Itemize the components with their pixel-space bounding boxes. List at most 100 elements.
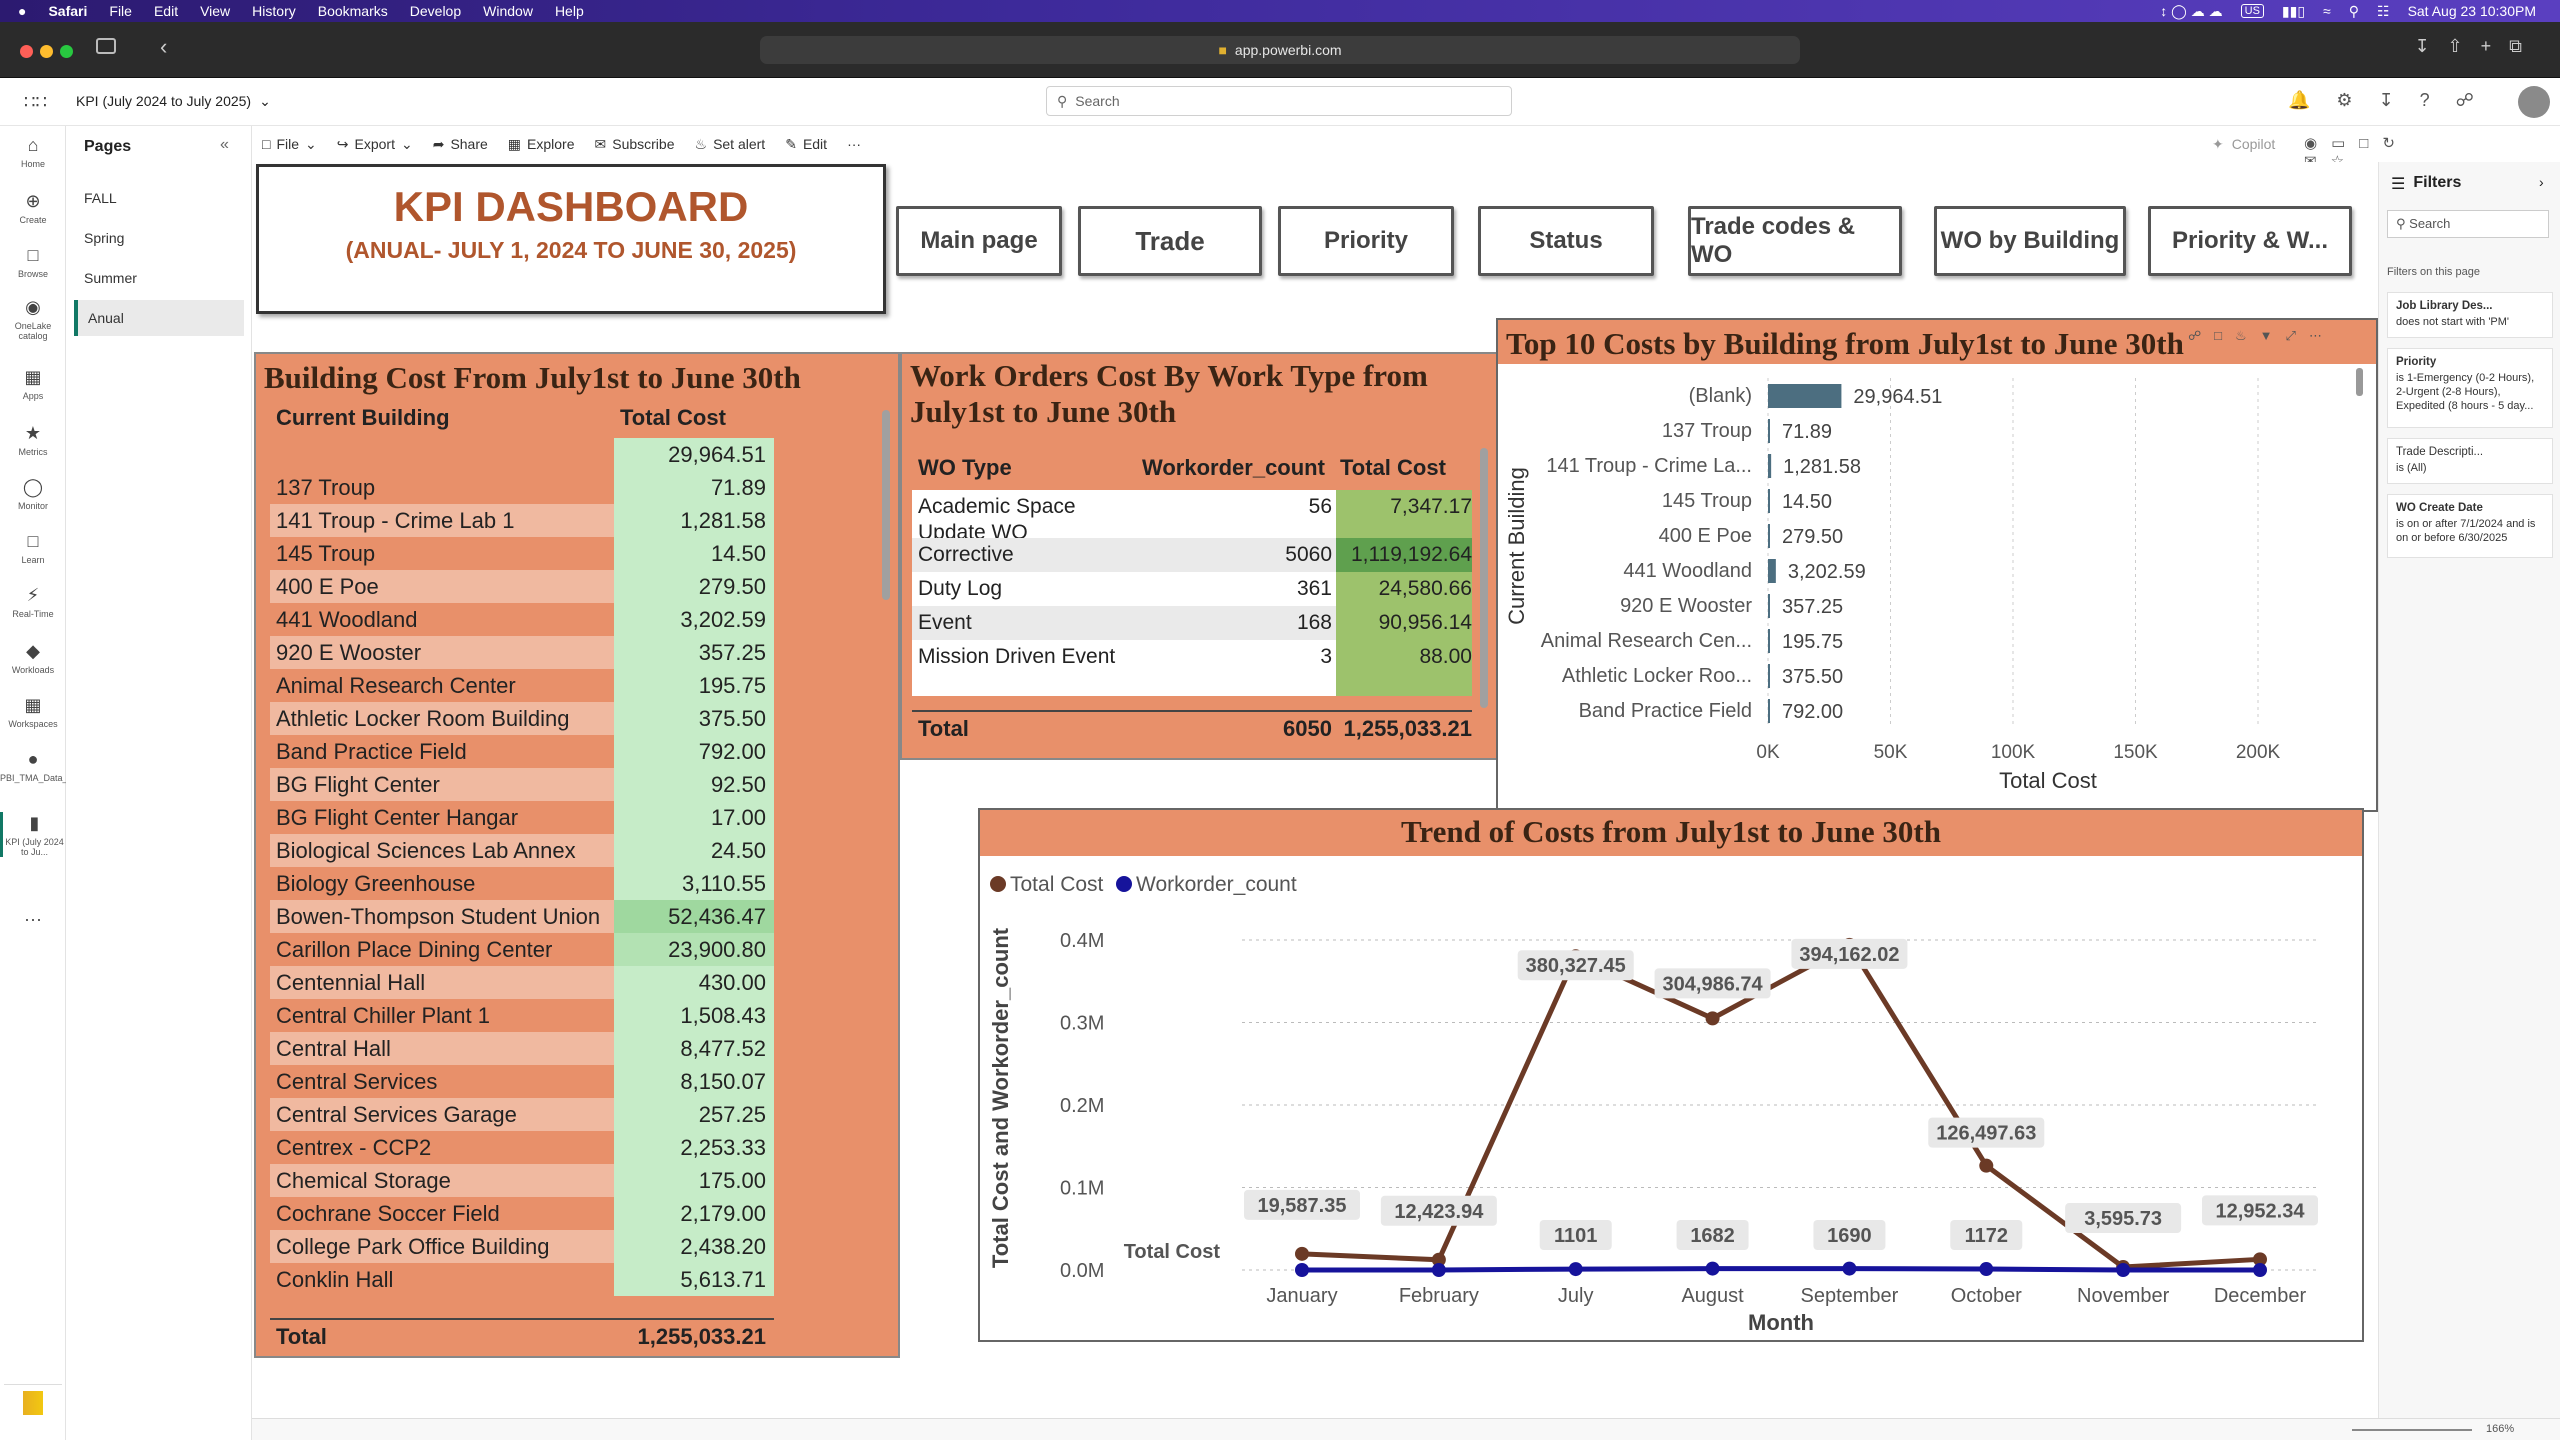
nav-priority-button[interactable]: Priority bbox=[1278, 206, 1454, 276]
zoom-window-button[interactable] bbox=[60, 45, 73, 58]
more-options-button[interactable]: ··· bbox=[837, 126, 871, 162]
rail-item-folder[interactable]: □ Browse bbox=[0, 244, 66, 279]
edit-button[interactable]: ✎ Edit bbox=[775, 126, 837, 162]
table-row[interactable]: College Park Office Building 2,438.20 bbox=[270, 1230, 774, 1263]
menu-file[interactable]: File bbox=[109, 0, 132, 22]
rail-item-more[interactable]: ··· bbox=[0, 908, 66, 933]
nav-priority-wo-button[interactable]: Priority & W... bbox=[2148, 206, 2352, 276]
nav-main-page-button[interactable]: Main page bbox=[896, 206, 1062, 276]
menu-develop[interactable]: Develop bbox=[410, 0, 461, 22]
table-row[interactable]: 145 Troup 14.50 bbox=[270, 537, 774, 570]
minimize-window-button[interactable] bbox=[40, 45, 53, 58]
table-row[interactable]: Animal Research Center 195.75 bbox=[270, 669, 774, 702]
table-row[interactable]: 141 Troup - Crime Lab 1 1,281.58 bbox=[270, 504, 774, 537]
app-launcher-icon[interactable]: ∷∷ bbox=[24, 92, 47, 113]
table-row[interactable]: Carillon Place Dining Center 23,900.80 bbox=[270, 933, 774, 966]
control-center-icon[interactable]: ☷ bbox=[2377, 3, 2390, 20]
report-title-dropdown[interactable]: KPI (July 2024 to July 2025) ⌄ bbox=[76, 93, 271, 110]
table-row[interactable]: Bowen-Thompson Student Union 52,436.47 bbox=[270, 900, 774, 933]
table-row[interactable]: Event 168 90,956.14 bbox=[912, 606, 1472, 640]
rail-item-workspaces[interactable]: ▦ Workspaces bbox=[0, 694, 66, 729]
table-row[interactable]: Cochrane Soccer Field 2,179.00 bbox=[270, 1197, 774, 1230]
menu-help[interactable]: Help bbox=[555, 0, 584, 22]
rail-item-workloads[interactable]: ◆ Workloads bbox=[0, 640, 66, 675]
rail-item-book[interactable]: □ Learn bbox=[0, 530, 66, 565]
menu-history[interactable]: History bbox=[252, 0, 296, 22]
rail-item-onelake[interactable]: ◉ OneLake catalog bbox=[0, 296, 66, 341]
rail-item-dataset[interactable]: ● PBI_TMA_Data_Test bbox=[0, 748, 84, 783]
rail-item-apps[interactable]: ▦ Apps bbox=[0, 366, 66, 401]
filter-card-trade-description[interactable]: Trade Descripti... is (All) bbox=[2387, 438, 2553, 484]
page-tab-fall[interactable]: FALL bbox=[74, 180, 244, 216]
export-button[interactable]: ↪ Export ⌄ bbox=[327, 126, 423, 162]
global-search-input[interactable]: ⚲ Search bbox=[1046, 86, 1512, 116]
top10-bar-chart-visual[interactable]: Top 10 Costs by Building from July1st to… bbox=[1496, 318, 2378, 812]
page-tab-anual[interactable]: Anual bbox=[74, 300, 244, 336]
table-row[interactable]: Academic Space Update WO 56 7,347.17 bbox=[912, 490, 1472, 544]
table-row[interactable]: Centrex - CCP2 2,253.33 bbox=[270, 1131, 774, 1164]
rail-item-monitor[interactable]: ◯ Monitor bbox=[0, 476, 66, 511]
rail-item-plus[interactable]: ⊕ Create bbox=[0, 190, 66, 225]
table-row[interactable]: Band Practice Field 792.00 bbox=[270, 735, 774, 768]
zoom-level[interactable]: 166% bbox=[2486, 1423, 2514, 1435]
table-scrollbar[interactable] bbox=[882, 410, 890, 600]
sidebar-toggle-icon[interactable] bbox=[96, 38, 116, 54]
trend-line-chart-visual[interactable]: Trend of Costs from July1st to June 30th… bbox=[978, 808, 2364, 1342]
table-row[interactable]: 137 Troup 71.89 bbox=[270, 471, 774, 504]
copilot-button[interactable]: ✦ Copilot bbox=[2212, 126, 2275, 162]
back-arrow-icon[interactable]: ‹ bbox=[160, 34, 167, 60]
table-row[interactable]: Central Chiller Plant 1 1,508.43 bbox=[270, 999, 774, 1032]
building-cost-table-visual[interactable]: Building Cost From July1st to June 30th … bbox=[254, 352, 900, 1358]
table-row[interactable]: 29,964.51 bbox=[270, 438, 774, 471]
search-icon[interactable]: ⚲ bbox=[2349, 3, 2359, 20]
table-row[interactable]: Mission Driven Event 3 88.00 bbox=[912, 640, 1472, 696]
table-scrollbar[interactable] bbox=[1480, 448, 1488, 708]
close-window-button[interactable] bbox=[20, 45, 33, 58]
table-row[interactable]: 441 Woodland 3,202.59 bbox=[270, 603, 774, 636]
status-icons[interactable]: ↕ ◯ ☁ ☁ bbox=[2160, 3, 2222, 20]
set-alert-button[interactable]: ♨ Set alert bbox=[685, 126, 776, 162]
subscribe-button[interactable]: ✉ Subscribe bbox=[585, 126, 685, 162]
rail-item-trophy[interactable]: ★ Metrics bbox=[0, 422, 66, 457]
zoom-slider[interactable] bbox=[2352, 1429, 2472, 1431]
table-row[interactable]: Biological Sciences Lab Annex 24.50 bbox=[270, 834, 774, 867]
avatar[interactable] bbox=[2518, 86, 2550, 118]
nav-trade-button[interactable]: Trade bbox=[1078, 206, 1262, 276]
input-language[interactable]: US bbox=[2240, 4, 2264, 18]
browser-actions[interactable]: ↧⇧+⧉ bbox=[2414, 36, 2540, 57]
table-row[interactable]: Corrective 5060 1,119,192.64 bbox=[912, 538, 1472, 572]
collapse-pages-icon[interactable]: « bbox=[220, 136, 229, 154]
powerbi-logo[interactable] bbox=[4, 1384, 62, 1434]
nav-wo-by-building-button[interactable]: WO by Building bbox=[1934, 206, 2126, 276]
collapse-filters-icon[interactable]: › bbox=[2539, 174, 2544, 190]
nav-trade-codes-button[interactable]: Trade codes & WO bbox=[1688, 206, 1902, 276]
battery-icon[interactable]: ▮▮▯ bbox=[2282, 3, 2305, 20]
header-actions[interactable]: 🔔⚙↧?☍ bbox=[2288, 90, 2500, 111]
filter-card-wo-create-date[interactable]: WO Create Date is on or after 7/1/2024 an… bbox=[2387, 494, 2553, 558]
menu-app-name[interactable]: Safari bbox=[48, 0, 87, 22]
page-tab-summer[interactable]: Summer bbox=[74, 260, 244, 296]
table-row[interactable]: BG Flight Center Hangar 17.00 bbox=[270, 801, 774, 834]
rail-item-home[interactable]: ⌂ Home bbox=[0, 134, 66, 169]
wo-cost-table-visual[interactable]: Work Orders Cost By Work Type from July1… bbox=[900, 352, 1540, 760]
table-row[interactable]: Central Hall 8,477.52 bbox=[270, 1032, 774, 1065]
wifi-icon[interactable]: ≈ bbox=[2323, 3, 2331, 19]
clock[interactable]: Sat Aug 23 10:30PM bbox=[2408, 3, 2536, 19]
file-menu-button[interactable]: □ File ⌄ bbox=[252, 126, 327, 162]
table-row[interactable]: 400 E Poe 279.50 bbox=[270, 570, 774, 603]
filter-card-job-library[interactable]: Job Library Des... does not start with 'P… bbox=[2387, 292, 2553, 338]
filter-card-priority[interactable]: Priority is 1-Emergency (0-2 Hours), 2-Ur… bbox=[2387, 348, 2553, 428]
rail-item-report[interactable]: ▮ KPI (July 2024 to Ju... bbox=[0, 812, 66, 857]
visual-header-icons[interactable]: ☍□♨▼⤢⋯ bbox=[2188, 328, 2335, 344]
table-row[interactable]: Central Services Garage 257.25 bbox=[270, 1098, 774, 1131]
menu-view[interactable]: View bbox=[200, 0, 230, 22]
menu-edit[interactable]: Edit bbox=[154, 0, 178, 22]
table-row[interactable]: Athletic Locker Room Building 375.50 bbox=[270, 702, 774, 735]
address-bar[interactable]: ■ app.powerbi.com bbox=[760, 36, 1800, 64]
table-row[interactable]: Conklin Hall 5,613.71 bbox=[270, 1263, 774, 1296]
menu-bookmarks[interactable]: Bookmarks bbox=[318, 0, 388, 22]
table-row[interactable]: Duty Log 361 24,580.66 bbox=[912, 572, 1472, 606]
table-row[interactable]: Chemical Storage 175.00 bbox=[270, 1164, 774, 1197]
explore-button[interactable]: ▦ Explore bbox=[498, 126, 585, 162]
apple-icon[interactable]: ● bbox=[18, 0, 26, 22]
